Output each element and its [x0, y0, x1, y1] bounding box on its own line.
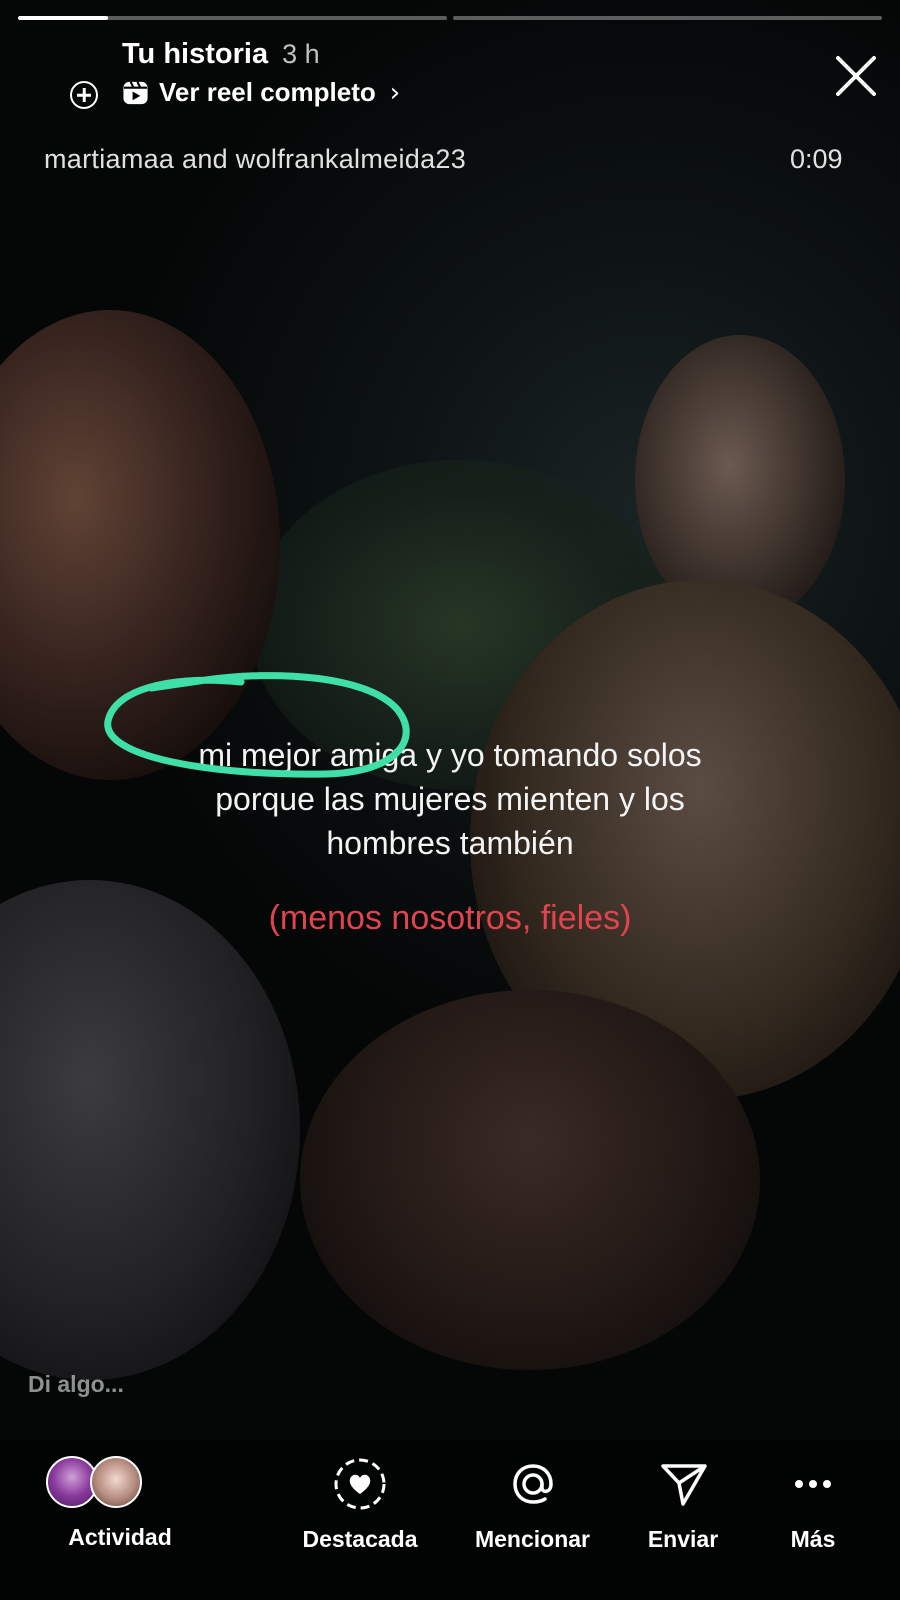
story-title[interactable]: Tu historia	[122, 38, 268, 71]
story-header: Tu historia 3 h	[122, 38, 320, 71]
drawn-circle-annotation	[104, 672, 410, 778]
highlight-label: Destacada	[302, 1526, 418, 1552]
highlight-heart-icon	[334, 1458, 386, 1510]
view-full-reel-link[interactable]: Ver reel completo ›	[122, 77, 400, 108]
activity-button[interactable]: Actividad	[52, 1456, 188, 1551]
story-time: 3 h	[282, 39, 320, 69]
more-label: Más	[790, 1526, 836, 1552]
send-icon	[661, 1464, 707, 1506]
reel-link-label: Ver reel completo	[159, 77, 376, 107]
more-button[interactable]: Más	[770, 1456, 856, 1553]
photo-person-right	[635, 335, 845, 625]
highlight-button[interactable]: Destacada	[290, 1456, 430, 1553]
audio-credit[interactable]: martiamaa and wolfrankalmeida23	[44, 144, 466, 175]
mention-icon	[512, 1464, 553, 1504]
progress-segment	[453, 16, 882, 20]
photo-glass	[0, 880, 300, 1380]
add-circle-icon[interactable]	[70, 81, 98, 109]
story-progress	[18, 16, 882, 20]
activity-avatars	[52, 1456, 188, 1510]
more-icon	[795, 1480, 831, 1488]
send-button[interactable]: Enviar	[633, 1456, 733, 1553]
send-label: Enviar	[647, 1526, 719, 1552]
photo-foreground	[300, 990, 760, 1370]
caption-line: hombres también	[326, 825, 574, 861]
mention-button[interactable]: Mencionar	[465, 1456, 600, 1553]
progress-fill	[18, 16, 109, 20]
activity-label: Actividad	[68, 1524, 172, 1550]
mention-label: Mencionar	[474, 1526, 591, 1552]
progress-segment	[18, 16, 447, 20]
audio-duration: 0:09	[790, 144, 843, 174]
chevron-right-icon: ›	[389, 77, 401, 108]
caption-highlight: (menos nosotros, fieles)	[268, 899, 632, 937]
reel-icon	[123, 81, 148, 105]
reply-input[interactable]: Di algo...	[28, 1371, 124, 1398]
close-icon[interactable]	[832, 52, 880, 100]
